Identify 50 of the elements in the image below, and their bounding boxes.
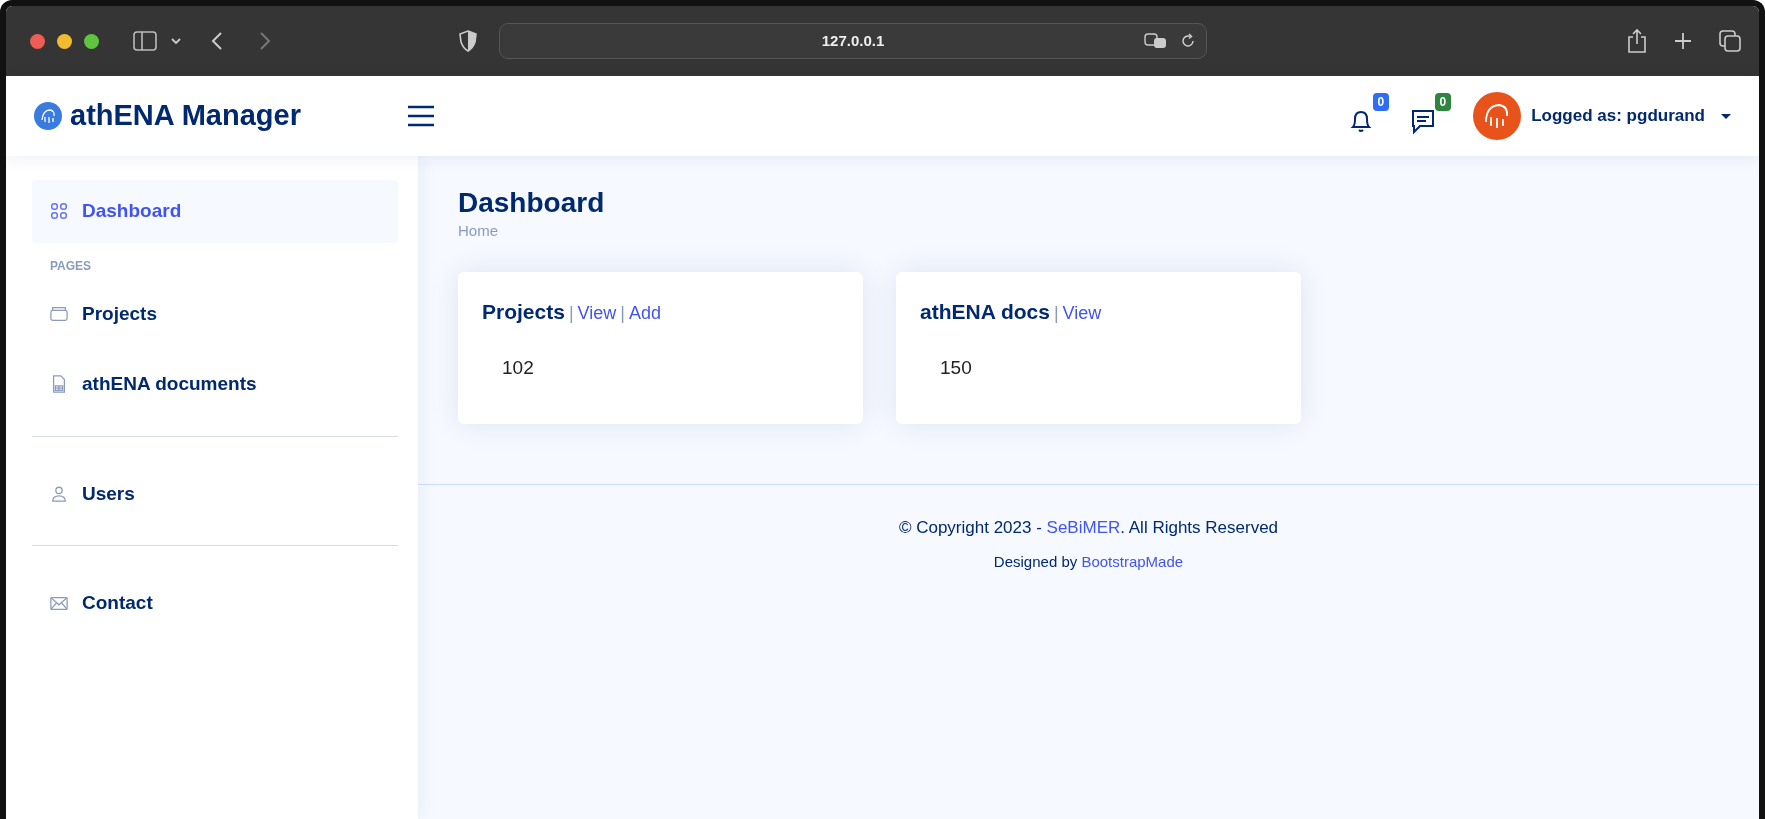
separator: | — [568, 302, 574, 326]
folder-icon — [50, 304, 68, 323]
card-link[interactable]: View — [577, 300, 617, 328]
sidebar-item[interactable]: athENA documents — [32, 353, 398, 416]
section-heading: PAGES — [49, 257, 93, 275]
caret-icon — [1721, 113, 1731, 119]
notifications-button[interactable]: 0 — [1343, 93, 1390, 139]
url-text: 127.0.0.1 — [821, 30, 885, 51]
shield-icon[interactable] — [459, 30, 477, 52]
card-value: 102 — [502, 356, 534, 378]
logo-icon — [34, 102, 62, 130]
page-title: Dashboard — [458, 186, 606, 220]
separator: | — [1053, 302, 1059, 326]
envelope-icon — [50, 594, 68, 613]
footer-link[interactable]: BootstrapMade — [1081, 552, 1184, 570]
avatar-icon — [1473, 92, 1522, 140]
card-title: Projects — [482, 299, 565, 326]
maximize-window-button[interactable] — [84, 33, 99, 49]
card-link[interactable]: Add — [628, 300, 661, 328]
back-icon[interactable] — [211, 31, 223, 51]
copyright-text: © Copyright 2023 - SeBiMER. All Rights Reserved — [897, 517, 1280, 540]
card-value: 150 — [940, 356, 972, 378]
share-icon[interactable] — [1627, 28, 1647, 54]
sidebar-toggle-icon[interactable] — [133, 31, 157, 51]
forward-icon[interactable] — [259, 31, 271, 51]
count-badge: 0 — [1434, 93, 1452, 111]
card-link[interactable]: View — [1062, 300, 1102, 328]
footer-link[interactable]: SeBiMER — [1046, 518, 1121, 538]
count-badge: 0 — [1372, 93, 1390, 111]
credit-text: Designed by BootstrapMade — [992, 551, 1185, 572]
translate-icon[interactable] — [1144, 32, 1168, 50]
sidebar-item[interactable]: Users — [32, 462, 398, 525]
user-menu-button[interactable]: Logged as: pgdurand — [1467, 91, 1737, 141]
sidebar-item[interactable]: Projects — [32, 282, 398, 345]
chevron-down-icon[interactable] — [171, 37, 181, 45]
separator: | — [620, 302, 625, 326]
document-icon — [50, 375, 68, 394]
address-bar[interactable]: 127.0.0.1 — [499, 23, 1207, 59]
tabs-overview-icon[interactable] — [1719, 30, 1741, 52]
person-icon — [50, 484, 68, 503]
reload-icon[interactable] — [1180, 33, 1196, 49]
sidebar-item[interactable]: Contact — [32, 572, 398, 635]
new-tab-icon[interactable] — [1673, 31, 1693, 51]
close-window-button[interactable] — [30, 33, 45, 49]
brand-name[interactable]: athENA Manager — [70, 94, 301, 138]
messages-button[interactable]: 0 — [1405, 93, 1452, 139]
sidebar-item[interactable]: Dashboard — [32, 180, 398, 243]
minimize-window-button[interactable] — [57, 33, 72, 49]
grid-icon — [50, 202, 68, 221]
card-title: athENA docs — [920, 299, 1050, 326]
